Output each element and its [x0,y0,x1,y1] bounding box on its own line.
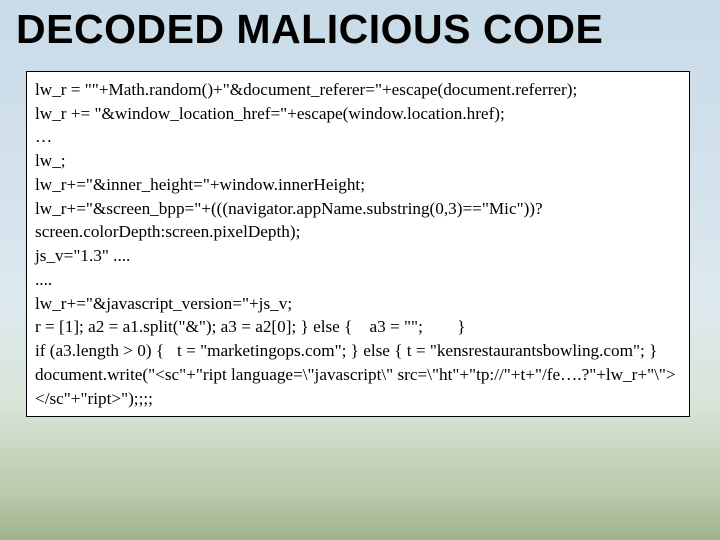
code-line: lw_r+="&inner_height="+window.innerHeigh… [35,173,681,197]
code-line: js_v="1.3" .... [35,244,681,268]
code-line: lw_; [35,149,681,173]
code-line: r = [1]; a2 = a1.split("&"); a3 = a2[0];… [35,315,681,339]
slide: DECODED MALICIOUS CODE lw_r = ""+Math.ra… [0,0,720,540]
code-line: if (a3.length > 0) { t = "marketingops.c… [35,339,681,363]
code-line: lw_r = ""+Math.random()+"&document_refer… [35,78,681,102]
code-line: lw_r += "&window_location_href="+escape(… [35,102,681,126]
code-line: lw_r+="&screen_bpp="+(((navigator.appNam… [35,197,681,244]
code-line: .... [35,268,681,292]
code-line: lw_r+="&javascript_version="+js_v; [35,292,681,316]
slide-title: DECODED MALICIOUS CODE [16,6,706,53]
code-line: … [35,125,681,149]
code-block: lw_r = ""+Math.random()+"&document_refer… [26,71,690,417]
code-line: document.write("<sc"+"ript language=\"ja… [35,363,681,410]
